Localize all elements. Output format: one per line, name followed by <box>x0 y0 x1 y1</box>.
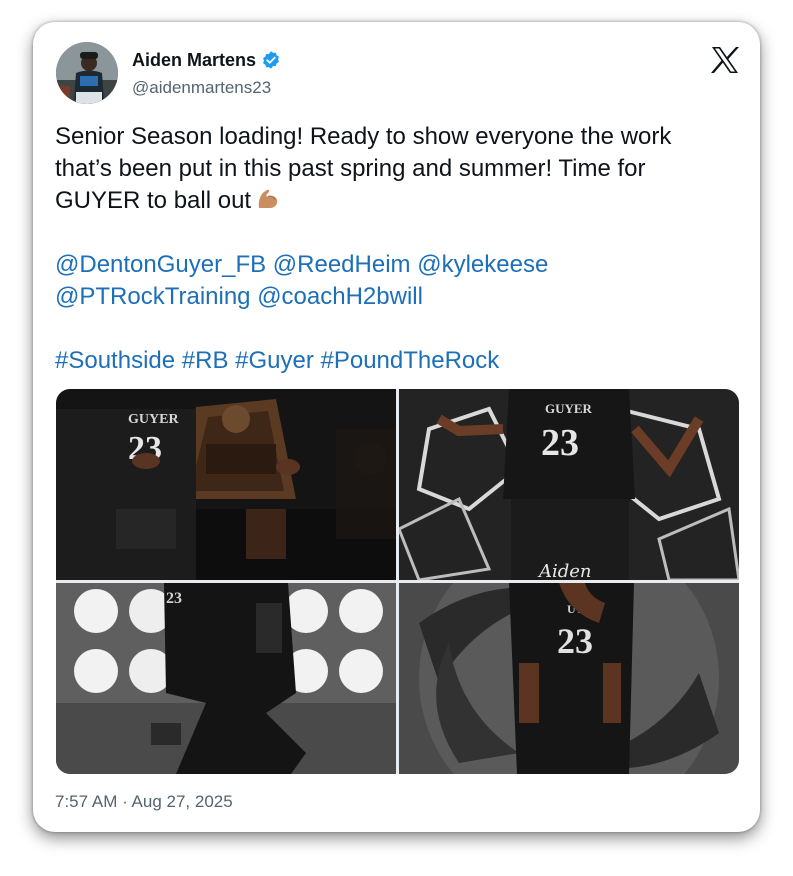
flexed-biceps-icon <box>255 186 281 212</box>
photo-lights-kneel[interactable]: 23 <box>56 583 396 774</box>
photo4-jersey-number: 23 <box>557 621 593 661</box>
photo2-jersey-team: GUYER <box>545 401 593 416</box>
photo2-signature: Aiden <box>537 561 592 580</box>
photo1-jersey-team: GUYER <box>128 412 179 427</box>
photo-trophy[interactable]: GUYER 23 <box>56 389 396 580</box>
author-handle[interactable]: @aidenmartens23 <box>132 78 271 98</box>
photo-swirl-pose[interactable]: UYE 23 <box>399 583 739 774</box>
text-line-content: GUYER to ball out <box>55 187 252 214</box>
timestamp[interactable]: 7:57 AM · Aug 27, 2025 <box>55 792 233 812</box>
photo2-jersey-number: 23 <box>541 422 579 464</box>
verified-badge-icon <box>261 50 281 70</box>
photo3-jersey-number: 23 <box>166 590 182 607</box>
tweet-text: Senior Season loading! Ready to show eve… <box>55 121 745 377</box>
avatar-photo <box>56 42 118 104</box>
x-logo-icon[interactable] <box>710 46 740 74</box>
avatar[interactable] <box>56 42 118 104</box>
author-name[interactable]: Aiden Martens <box>132 50 256 71</box>
author-row: Aiden Martens <box>132 48 281 72</box>
photo-pose-arms-out[interactable]: GUYER 23 Aiden <box>399 389 739 580</box>
text-line: Senior Season loading! Ready to show eve… <box>55 123 672 150</box>
text-line: GUYER to ball out <box>55 185 745 217</box>
media-grid: GUYER 23 GUYER 23 Aiden 23 23 <box>56 389 739 774</box>
text-line: that’s been put in this past spring and … <box>55 155 646 182</box>
tweet-card: Aiden Martens @aidenmartens23 Senior Sea… <box>33 22 760 832</box>
mentions-line[interactable]: @PTRockTraining @coachH2bwill <box>55 281 745 313</box>
hashtags-line[interactable]: #Southside #RB #Guyer #PoundTheRock <box>55 345 745 377</box>
mentions-line[interactable]: @DentonGuyer_FB @ReedHeim @kylekeese <box>55 249 745 281</box>
